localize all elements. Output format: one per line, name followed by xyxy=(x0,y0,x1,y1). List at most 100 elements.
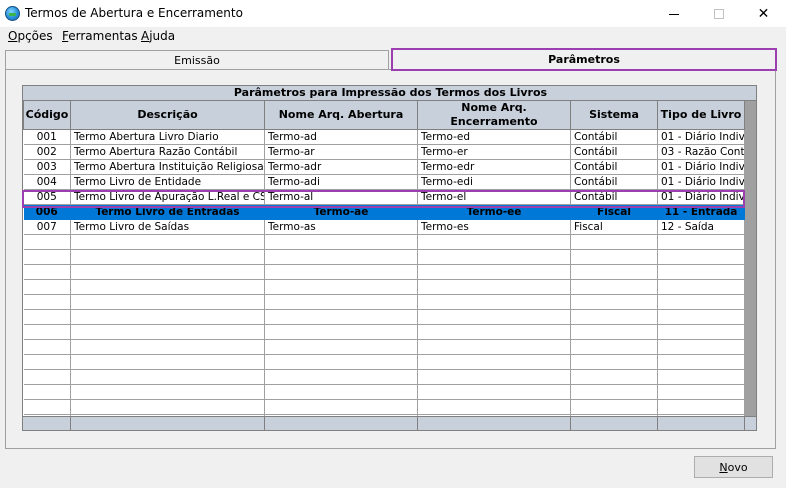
cell-empty xyxy=(70,309,265,325)
table-row[interactable]: 003 Termo Abertura Instituição Religiosa… xyxy=(23,159,745,175)
maximize-icon xyxy=(713,8,724,19)
cell-sistema: Fiscal xyxy=(570,219,658,235)
column-header-descricao[interactable]: Descrição xyxy=(70,101,265,130)
cell-tipo-livro: 12 - Saída xyxy=(657,219,745,235)
menu-ferramentas[interactable]: Ferramentas xyxy=(62,29,138,43)
cell-empty xyxy=(417,234,571,250)
cell-empty xyxy=(70,354,265,370)
cell-empty xyxy=(23,339,71,355)
table-row[interactable]: 002 Termo Abertura Razão Contábil Termo-… xyxy=(23,144,745,160)
cell-empty xyxy=(570,264,658,280)
cell-empty xyxy=(23,384,71,400)
close-button[interactable]: ✕ xyxy=(741,0,786,27)
cell-empty xyxy=(264,309,418,325)
cell-arq-encerramento: Termo-ee xyxy=(417,204,571,220)
cell-codigo: 003 xyxy=(23,159,71,175)
cell-empty xyxy=(264,354,418,370)
table-row-empty[interactable] xyxy=(23,309,745,325)
grid-footer-cell xyxy=(418,417,571,430)
cell-empty xyxy=(570,249,658,265)
cell-codigo: 002 xyxy=(23,144,71,160)
cell-empty xyxy=(23,279,71,295)
cell-empty xyxy=(657,294,745,310)
minimize-button[interactable] xyxy=(651,0,696,27)
novo-button[interactable]: Novo xyxy=(694,456,773,478)
cell-sistema: Contábil xyxy=(570,174,658,190)
table-row-empty[interactable] xyxy=(23,399,745,415)
cell-empty xyxy=(417,354,571,370)
grid-body: 001 Termo Abertura Livro Diario Termo-ad… xyxy=(23,129,745,430)
cell-codigo: 005 xyxy=(23,189,71,205)
cell-empty xyxy=(264,339,418,355)
cell-empty xyxy=(417,264,571,280)
cell-arq-abertura: Termo-as xyxy=(264,219,418,235)
table-row[interactable]: 005 Termo Livro de Apuração L.Real e CSL… xyxy=(23,189,745,205)
cell-empty xyxy=(70,339,265,355)
cell-arq-abertura: Termo-adr xyxy=(264,159,418,175)
cell-empty xyxy=(570,354,658,370)
cell-empty xyxy=(264,324,418,340)
cell-empty xyxy=(570,369,658,385)
table-row-empty[interactable] xyxy=(23,249,745,265)
table-row-empty[interactable] xyxy=(23,234,745,250)
cell-empty xyxy=(264,249,418,265)
cell-empty xyxy=(264,279,418,295)
tab-parametros[interactable]: Parâmetros xyxy=(391,48,777,71)
cell-descricao: Termo Abertura Razão Contábil xyxy=(70,144,265,160)
menu-ajuda[interactable]: Ajuda xyxy=(141,29,175,43)
cell-descricao: Termo Livro de Apuração L.Real e CSL xyxy=(70,189,265,205)
cell-sistema: Fiscal xyxy=(570,204,658,220)
column-header-tipo-livro[interactable]: Tipo de Livro xyxy=(657,101,745,130)
cell-empty xyxy=(570,279,658,295)
cell-empty xyxy=(264,399,418,415)
cell-tipo-livro: 03 - Razão Contá xyxy=(657,144,745,160)
cell-empty xyxy=(264,264,418,280)
cell-sistema: Contábil xyxy=(570,159,658,175)
tab-emissao[interactable]: Emissão xyxy=(5,50,389,70)
cell-arq-abertura: Termo-ad xyxy=(264,129,418,145)
cell-empty xyxy=(70,294,265,310)
table-row-empty[interactable] xyxy=(23,324,745,340)
table-row-empty[interactable] xyxy=(23,294,745,310)
column-header-arq-abertura[interactable]: Nome Arq. Abertura xyxy=(264,101,418,130)
cell-empty xyxy=(23,354,71,370)
column-header-codigo[interactable]: Código xyxy=(23,101,71,130)
cell-arq-encerramento: Termo-ed xyxy=(417,129,571,145)
cell-descricao: Termo Abertura Livro Diario xyxy=(70,129,265,145)
column-header-sistema[interactable]: Sistema xyxy=(570,101,658,130)
cell-descricao: Termo Abertura Instituição Religiosa xyxy=(70,159,265,175)
table-row-selected[interactable]: 006 Termo Livro de Entradas Termo-ae Ter… xyxy=(23,204,745,220)
column-header-arq-encerramento[interactable]: Nome Arq. Encerramento xyxy=(417,101,571,130)
grid-footer-cell xyxy=(571,417,658,430)
table-row-empty[interactable] xyxy=(23,384,745,400)
cell-tipo-livro: 01 - Diário Individ xyxy=(657,129,745,145)
cell-empty xyxy=(417,294,571,310)
cell-empty xyxy=(23,369,71,385)
cell-empty xyxy=(70,324,265,340)
cell-empty xyxy=(570,309,658,325)
cell-arq-abertura: Termo-ar xyxy=(264,144,418,160)
table-row[interactable]: 001 Termo Abertura Livro Diario Termo-ad… xyxy=(23,129,745,145)
cell-empty xyxy=(657,309,745,325)
cell-arq-encerramento: Termo-edr xyxy=(417,159,571,175)
cell-empty xyxy=(657,324,745,340)
table-row-empty[interactable] xyxy=(23,279,745,295)
parameters-grid[interactable]: Parâmetros para Impressão dos Termos dos… xyxy=(22,85,757,431)
maximize-button[interactable] xyxy=(696,0,741,27)
cell-empty xyxy=(23,264,71,280)
menu-opcoes[interactable]: Opções xyxy=(8,29,53,43)
table-row[interactable]: 004 Termo Livro de Entidade Termo-adi Te… xyxy=(23,174,745,190)
table-row-empty[interactable] xyxy=(23,264,745,280)
table-row-empty[interactable] xyxy=(23,354,745,370)
table-row-empty[interactable] xyxy=(23,339,745,355)
grid-caption: Parâmetros para Impressão dos Termos dos… xyxy=(23,86,756,101)
grid-side-strip xyxy=(744,101,756,416)
cell-empty xyxy=(657,399,745,415)
cell-codigo: 001 xyxy=(23,129,71,145)
table-row-empty[interactable] xyxy=(23,369,745,385)
cell-empty xyxy=(23,234,71,250)
app-globe-icon xyxy=(5,6,20,21)
cell-arq-encerramento: Termo-edi xyxy=(417,174,571,190)
table-row[interactable]: 007 Termo Livro de Saídas Termo-as Termo… xyxy=(23,219,745,235)
cell-empty xyxy=(417,339,571,355)
